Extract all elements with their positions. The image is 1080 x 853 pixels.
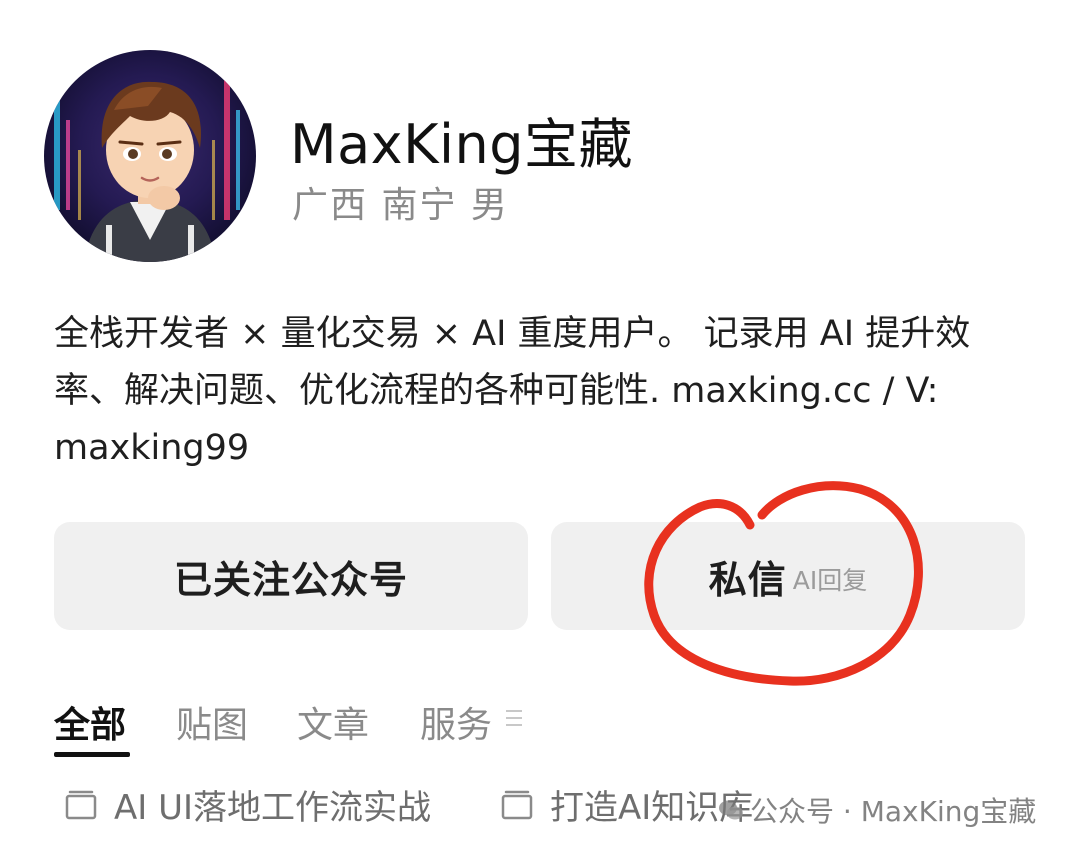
bio-line: maxking99 — [54, 428, 250, 468]
message-button-label: 私信 — [708, 557, 787, 602]
bio-line: 率、解决问题、优化流程的各种可能性. maxking.cc / V: — [54, 371, 939, 411]
profile-page: MaxKing宝藏 广西 南宁 男 全栈开发者 × 量化交易 × AI 重度用户… — [0, 0, 1080, 853]
tab-all[interactable]: 全部 — [54, 696, 126, 748]
tab-services[interactable]: 服务 — [420, 696, 492, 748]
followed-button-label: 已关注公众号 — [173, 557, 408, 602]
avatar-illustration — [44, 50, 256, 262]
watermark-text: 公众号 · MaxKing宝藏 — [750, 795, 1037, 828]
bio-line: 全栈开发者 × 量化交易 × AI 重度用户。 记录用 AI 提升效 — [54, 314, 971, 354]
tab-articles[interactable]: 文章 — [297, 696, 369, 748]
profile-bio: 全栈开发者 × 量化交易 × AI 重度用户。 记录用 AI 提升效 率、解决问… — [54, 306, 1034, 477]
active-tab-indicator — [54, 752, 130, 757]
message-button[interactable]: 私信 AI回复 — [551, 522, 1025, 630]
folder-icon — [65, 790, 97, 820]
collection-item[interactable]: AI UI落地工作流实战 — [64, 782, 432, 828]
profile-meta: 广西 南宁 男 — [292, 185, 509, 226]
ai-reply-hint: AI回复 — [792, 566, 868, 595]
followed-button[interactable]: 已关注公众号 — [54, 522, 528, 630]
avatar[interactable] — [44, 50, 256, 262]
folder-icon — [501, 790, 533, 820]
watermark: 公众号 · MaxKing宝藏 — [716, 790, 1036, 830]
tab-images[interactable]: 贴图 — [176, 696, 248, 748]
wechat-icon — [719, 800, 743, 820]
collection-label: AI UI落地工作流实战 — [114, 787, 432, 828]
profile-name: MaxKing宝藏 — [290, 113, 634, 176]
tab-menu-icon[interactable] — [506, 710, 522, 726]
